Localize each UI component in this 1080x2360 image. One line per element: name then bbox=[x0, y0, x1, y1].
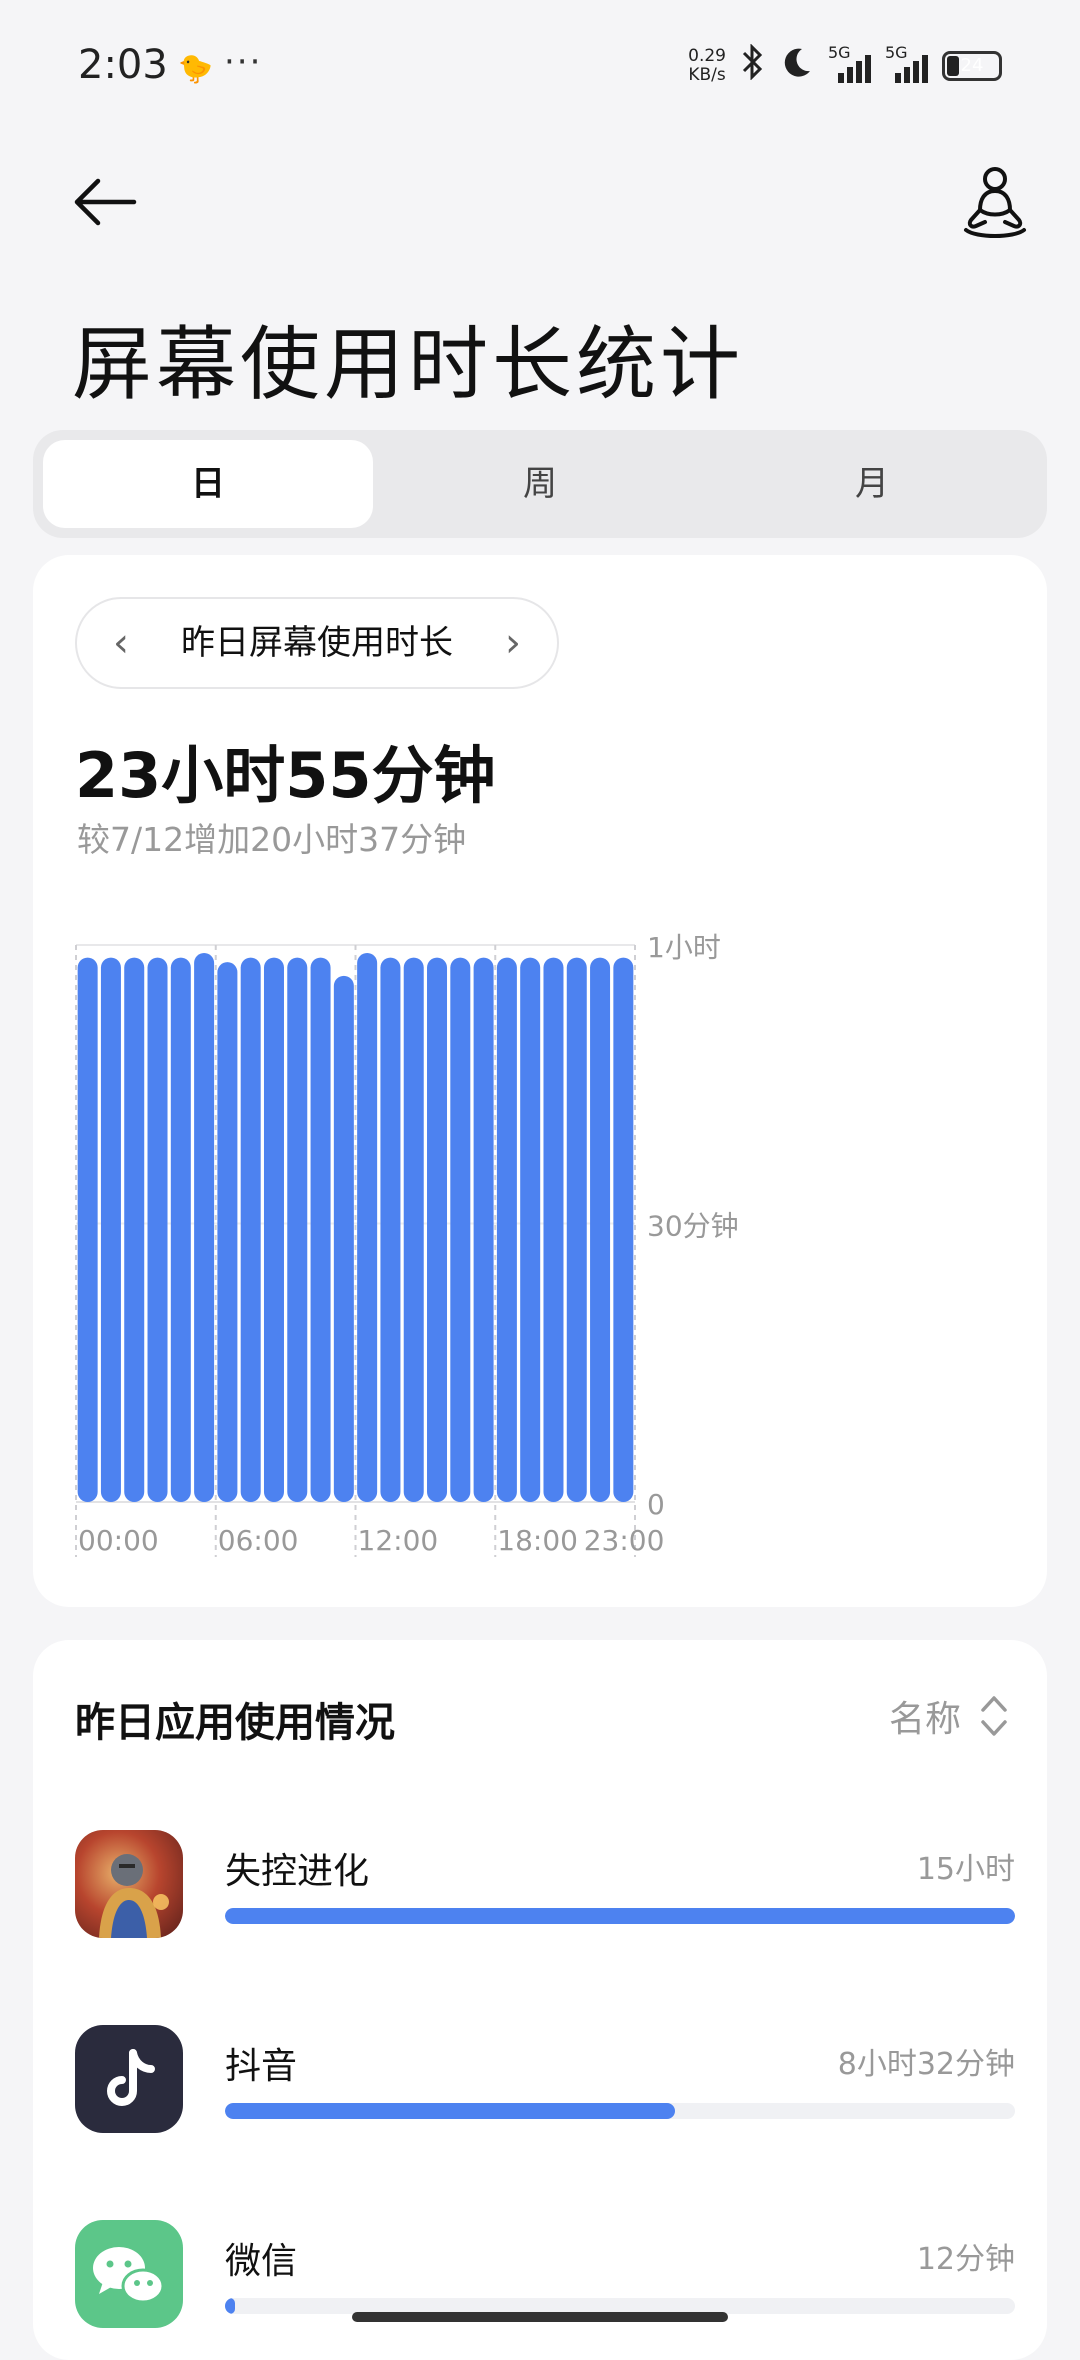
app-usage-time: 8小时32分钟 bbox=[837, 2047, 1015, 2082]
chart-x-tick-label: 23:00 bbox=[584, 1524, 665, 1557]
chart-bar bbox=[590, 957, 611, 1502]
chart-bar bbox=[566, 957, 587, 1502]
network-speed-value: 0.29 bbox=[688, 46, 726, 66]
chart-bar bbox=[543, 957, 564, 1502]
chart-y-tick-label: 0 bbox=[647, 1488, 665, 1521]
app-name: 抖音 bbox=[225, 2046, 298, 2087]
app-row[interactable]: 失控进化 15小时 bbox=[75, 1830, 1015, 1960]
game-icon bbox=[75, 1830, 183, 1938]
sort-label: 名称 bbox=[888, 1699, 961, 1740]
chart-x-tick-label: 00:00 bbox=[78, 1524, 159, 1557]
usage-summary-card: ‹ 昨日屏幕使用时长 › 23小时55分钟 较7/12增加20小时37分钟 1小… bbox=[33, 555, 1047, 1607]
chart-bar bbox=[287, 957, 308, 1502]
chart-bar bbox=[496, 957, 517, 1502]
app-name: 失控进化 bbox=[225, 1851, 370, 1892]
cellular-signal-1-icon: 5G bbox=[828, 43, 871, 83]
chart-y-tick-label: 30分钟 bbox=[647, 1210, 739, 1243]
battery-icon: 24 bbox=[942, 51, 1002, 81]
chart-x-tick-label: 06:00 bbox=[218, 1524, 299, 1557]
chart-bar bbox=[520, 957, 541, 1502]
chart-bar bbox=[100, 957, 121, 1502]
chart-bar bbox=[217, 962, 238, 1502]
chart-bar bbox=[333, 975, 354, 1502]
sort-button[interactable]: 名称 bbox=[889, 1690, 1009, 1742]
sort-updown-icon bbox=[981, 1696, 1007, 1736]
back-button[interactable] bbox=[70, 170, 140, 230]
network-speed-unit: KB/s bbox=[688, 65, 726, 85]
app-usage-card: 昨日应用使用情况 名称 失控进化 15小时 抖音 8小时32分钟 微信 12分钟 bbox=[33, 1640, 1047, 2360]
back-arrow-icon bbox=[74, 178, 137, 226]
cellular-signal-2-icon: 5G bbox=[885, 43, 928, 83]
meditation-icon bbox=[964, 167, 1026, 238]
signal-2-label: 5G bbox=[885, 43, 908, 62]
douyin-icon bbox=[75, 2025, 183, 2133]
home-indicator[interactable] bbox=[352, 2312, 728, 2322]
battery-level: 24 bbox=[960, 55, 984, 76]
chart-bar bbox=[194, 953, 215, 1502]
bluetooth-icon bbox=[740, 42, 766, 89]
app-usage-bar-fill bbox=[225, 2298, 236, 2314]
page-title: 屏幕使用时长统计 bbox=[72, 318, 744, 411]
app-usage-title: 昨日应用使用情况 bbox=[75, 1700, 395, 1746]
chart-bar bbox=[170, 957, 191, 1502]
chart-bar bbox=[263, 957, 284, 1502]
app-name: 微信 bbox=[225, 2241, 298, 2282]
hourly-usage-chart: 1小时 30分钟 0 00:00 06:00 12:00 18:00 23:00 bbox=[75, 931, 739, 1557]
mindfulness-button[interactable] bbox=[960, 162, 1030, 242]
more-notifications-icon: ··· bbox=[224, 42, 263, 82]
app-usage-time: 15小时 bbox=[916, 1852, 1015, 1887]
wechat-icon bbox=[75, 2220, 183, 2328]
tab-month[interactable]: 月 bbox=[707, 440, 1037, 528]
tab-week[interactable]: 周 bbox=[375, 440, 705, 528]
period-tabs: 日 周 月 bbox=[33, 430, 1047, 538]
chart-bar bbox=[240, 957, 261, 1502]
app-usage-bar bbox=[225, 2103, 1015, 2119]
app-usage-time: 12分钟 bbox=[916, 2242, 1015, 2277]
chart-x-tick-label: 12:00 bbox=[358, 1524, 439, 1557]
chart-y-tick-label: 1小时 bbox=[647, 931, 721, 964]
chart-bar bbox=[124, 957, 145, 1502]
app-row[interactable]: 微信 12分钟 bbox=[75, 2220, 1015, 2350]
chart-bar bbox=[310, 957, 331, 1502]
app-usage-bar bbox=[225, 1908, 1015, 1924]
app-row[interactable]: 抖音 8小时32分钟 bbox=[75, 2025, 1015, 2155]
do-not-disturb-moon-icon bbox=[780, 45, 814, 88]
status-time: 2:03 bbox=[78, 42, 168, 88]
chart-bar bbox=[473, 957, 494, 1502]
network-speed: 0.29 KB/s bbox=[688, 47, 726, 85]
chart-bar bbox=[357, 953, 378, 1502]
chart-bar bbox=[403, 957, 424, 1502]
chart-bar bbox=[613, 957, 634, 1502]
chart-x-tick-label: 18:00 bbox=[497, 1524, 578, 1557]
app-usage-bar-fill bbox=[225, 1908, 1015, 1924]
chart-bar bbox=[427, 957, 448, 1502]
app-usage-bar-fill bbox=[225, 2103, 675, 2119]
status-icons: 0.29 KB/s 5G 5G 24 bbox=[688, 42, 1002, 89]
status-bar: 2:03 🐤 ··· 0.29 KB/s 5G 5G 24 bbox=[0, 0, 1080, 130]
chart-bar bbox=[77, 957, 98, 1502]
chart-bar bbox=[450, 957, 471, 1502]
chart-bar bbox=[147, 957, 168, 1502]
notification-chick-icon: 🐤 bbox=[178, 52, 213, 85]
tab-day[interactable]: 日 bbox=[43, 440, 373, 528]
signal-1-label: 5G bbox=[828, 43, 851, 62]
chart-bar bbox=[380, 957, 401, 1502]
